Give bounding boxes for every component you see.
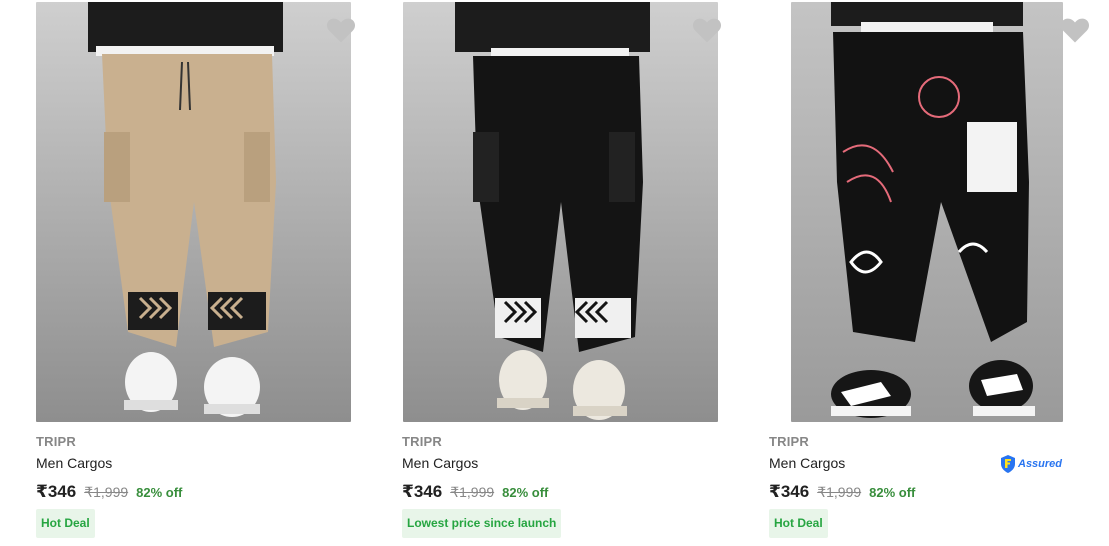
product-discount: 82% off <box>502 485 549 500</box>
deal-badge: Hot Deal <box>36 509 95 538</box>
product-brand: TRIPR <box>36 434 76 449</box>
product-title[interactable]: Men Cargos <box>769 455 845 471</box>
product-discount: 82% off <box>136 485 183 500</box>
deal-badge: Lowest price since launch <box>402 509 562 538</box>
price-row: ₹346 ₹1,999 82% off <box>769 482 915 502</box>
wishlist-heart-icon[interactable] <box>692 16 722 44</box>
product-price: ₹346 <box>769 482 810 501</box>
product-title[interactable]: Men Cargos <box>402 455 478 471</box>
product-price: ₹346 <box>402 482 443 501</box>
assured-badge: Assured <box>999 454 1062 474</box>
product-card[interactable]: TRIPR Men Cargos Assured ₹346 ₹1,999 82%… <box>769 0 1109 546</box>
deal-badge: Hot Deal <box>769 509 828 538</box>
product-card[interactable]: TRIPR Men Cargos ₹346 ₹1,999 82% off Low… <box>402 0 742 546</box>
wishlist-heart-icon[interactable] <box>326 16 356 44</box>
product-title[interactable]: Men Cargos <box>36 455 112 471</box>
product-mrp: ₹1,999 <box>817 484 862 500</box>
product-image[interactable] <box>403 2 718 422</box>
price-row: ₹346 ₹1,999 82% off <box>402 482 548 502</box>
product-brand: TRIPR <box>769 434 809 449</box>
product-image[interactable] <box>791 2 1063 422</box>
assured-shield-icon <box>1001 455 1015 473</box>
product-price: ₹346 <box>36 482 77 501</box>
product-image[interactable] <box>36 2 351 422</box>
product-card[interactable]: TRIPR Men Cargos ₹346 ₹1,999 82% off Hot… <box>36 0 376 546</box>
product-mrp: ₹1,999 <box>450 484 495 500</box>
product-mrp: ₹1,999 <box>84 484 129 500</box>
assured-label: Assured <box>1018 458 1063 470</box>
wishlist-heart-icon[interactable] <box>1060 16 1090 44</box>
price-row: ₹346 ₹1,999 82% off <box>36 482 182 502</box>
product-discount: 82% off <box>869 485 916 500</box>
product-grid: TRIPR Men Cargos ₹346 ₹1,999 82% off Hot… <box>0 0 1109 546</box>
product-brand: TRIPR <box>402 434 442 449</box>
